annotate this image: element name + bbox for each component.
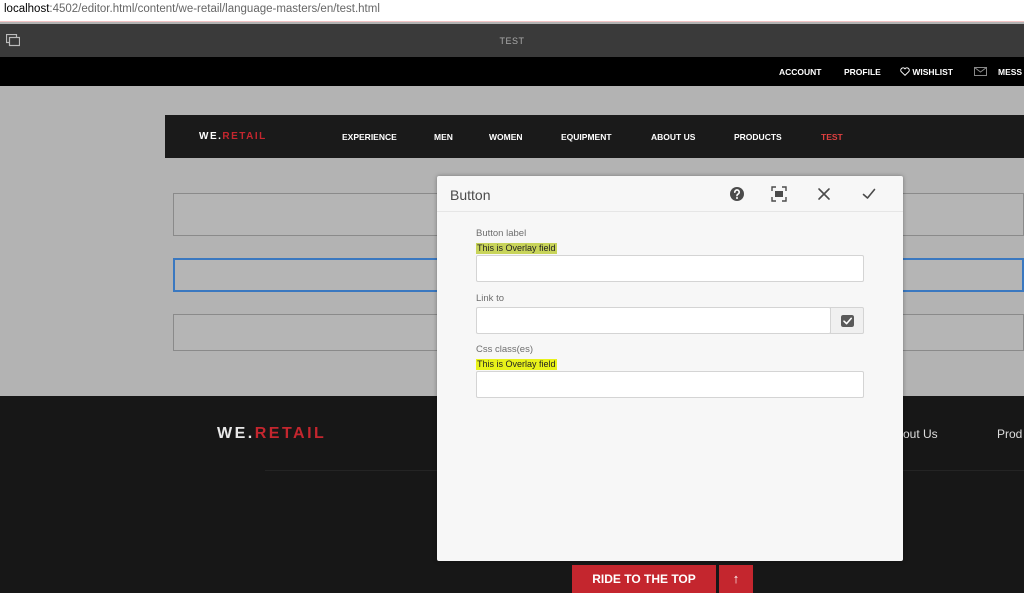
nav-equipment[interactable]: EQUIPMENT <box>561 132 612 142</box>
button-label-overlay-note: This is Overlay field <box>476 243 557 254</box>
button-label-input[interactable] <box>476 255 864 282</box>
footer-link-about[interactable]: out Us <box>903 427 938 441</box>
footer-logo-retail: RETAIL <box>254 425 327 442</box>
url-bar-divider <box>0 21 1024 22</box>
check-icon[interactable] <box>861 186 877 202</box>
browser-url-bar[interactable]: localhost:4502/editor.html/content/we-re… <box>0 0 1024 22</box>
heart-icon <box>900 67 910 76</box>
site-logo[interactable]: WE.RETAIL <box>199 131 267 142</box>
fullscreen-icon[interactable] <box>771 186 787 202</box>
nav-men[interactable]: MEN <box>434 132 453 142</box>
url-path: :4502/editor.html/content/we-retail/lang… <box>49 3 380 15</box>
main-navigation: WE.RETAIL EXPERIENCE MEN WOMEN EQUIPMENT… <box>165 115 1024 158</box>
mail-icon[interactable] <box>974 67 987 76</box>
footer-link-products[interactable]: Prod <box>997 427 1022 441</box>
checkbox-icon <box>841 315 854 327</box>
logo-we: WE. <box>199 131 223 142</box>
nav-products[interactable]: PRODUCTS <box>734 132 782 142</box>
messages-link[interactable]: MESS <box>998 67 1022 77</box>
logo-retail: RETAIL <box>222 131 267 142</box>
css-class-label: Css class(es) <box>476 344 534 355</box>
site-user-bar: ACCOUNT PROFILE WISHLIST MESS <box>0 57 1024 86</box>
link-to-label: Link to <box>476 293 504 304</box>
editor-page-title: TEST <box>499 36 525 46</box>
dialog-header: Button <box>437 176 903 212</box>
arrow-up-icon[interactable]: ↑ <box>719 565 753 593</box>
button-edit-dialog: Button Button label This is Overlay fiel… <box>437 176 903 561</box>
path-picker-button[interactable] <box>830 307 864 334</box>
footer-logo[interactable]: WE.RETAIL <box>217 425 326 443</box>
css-class-input[interactable] <box>476 371 864 398</box>
nav-test[interactable]: TEST <box>821 132 843 142</box>
close-icon[interactable] <box>816 186 832 202</box>
button-label-label: Button label <box>476 228 527 239</box>
wishlist-link[interactable]: WISHLIST <box>900 67 953 77</box>
editor-toolbar: TEST <box>0 24 1024 57</box>
ride-to-top-button[interactable]: RIDE TO THE TOP <box>572 565 716 593</box>
help-icon[interactable] <box>729 186 745 202</box>
url-host: localhost <box>4 3 50 15</box>
nav-women[interactable]: WOMEN <box>489 132 523 142</box>
account-link[interactable]: ACCOUNT <box>779 67 822 77</box>
css-class-overlay-note: This is Overlay field <box>476 359 557 370</box>
footer-logo-we: WE. <box>217 425 255 442</box>
dialog-title: Button <box>450 187 491 203</box>
link-to-input[interactable] <box>476 307 831 334</box>
nav-experience[interactable]: EXPERIENCE <box>342 132 397 142</box>
nav-about-us[interactable]: ABOUT US <box>651 132 695 142</box>
profile-link[interactable]: PROFILE <box>844 67 881 77</box>
url-text[interactable]: localhost:4502/editor.html/content/we-re… <box>4 3 380 15</box>
wishlist-label: WISHLIST <box>912 67 953 77</box>
